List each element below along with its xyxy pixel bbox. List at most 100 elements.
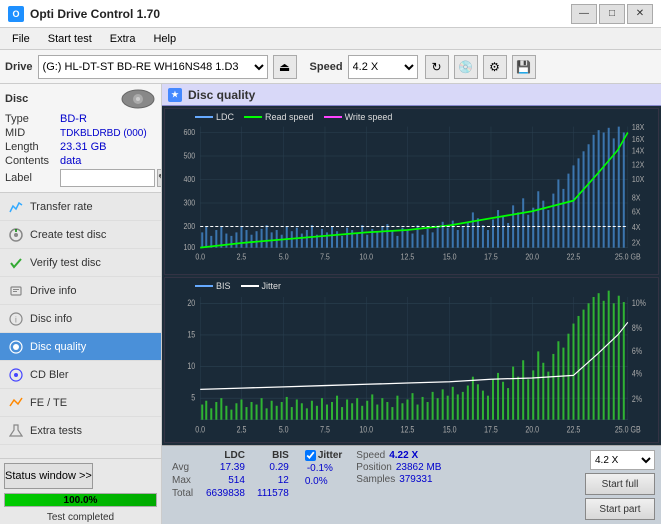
nav-item-extra-tests[interactable]: Extra tests xyxy=(0,417,161,445)
jitter-header: Jitter xyxy=(318,450,342,461)
nav-item-drive-info[interactable]: Drive info xyxy=(0,277,161,305)
svg-text:2%: 2% xyxy=(632,394,642,404)
svg-text:10X: 10X xyxy=(632,174,645,184)
max-bis: 12 xyxy=(251,474,295,487)
disc-quality-header: ★ Disc quality xyxy=(162,84,661,106)
nav-item-disc-info[interactable]: i Disc info xyxy=(0,305,161,333)
fe-te-icon xyxy=(8,395,24,411)
svg-text:4%: 4% xyxy=(632,368,642,378)
menu-file[interactable]: File xyxy=(4,31,38,47)
maximize-button[interactable]: □ xyxy=(599,4,625,24)
ldc-header: LDC xyxy=(200,450,251,461)
svg-text:6%: 6% xyxy=(632,346,642,356)
refresh-button[interactable]: ↻ xyxy=(425,55,449,79)
title-bar: O Opti Drive Control 1.70 — □ ✕ xyxy=(0,0,661,28)
speed-select[interactable]: 4.2 X xyxy=(348,55,418,79)
svg-text:2.5: 2.5 xyxy=(237,424,247,434)
legend-bis: BIS xyxy=(216,281,231,291)
stats-row-avg: Avg 17.39 0.29 xyxy=(168,461,295,474)
extra-tests-icon xyxy=(8,423,24,439)
type-label: Type xyxy=(5,113,60,125)
disc-icon xyxy=(120,89,156,109)
minimize-button[interactable]: — xyxy=(571,4,597,24)
nav-item-create-test-disc[interactable]: Create test disc xyxy=(0,221,161,249)
nav-item-label-fe-te: FE / TE xyxy=(30,397,67,409)
eject-button[interactable]: ⏏ xyxy=(273,55,297,79)
disc-button[interactable]: 💿 xyxy=(454,55,478,79)
menu-extra[interactable]: Extra xyxy=(102,31,144,47)
start-full-button[interactable]: Start full xyxy=(585,473,655,495)
nav-item-cd-bler[interactable]: CD Bler xyxy=(0,361,161,389)
svg-text:10: 10 xyxy=(187,361,195,371)
app-title: Opti Drive Control 1.70 xyxy=(30,7,160,21)
menu-start-test[interactable]: Start test xyxy=(40,31,100,47)
svg-text:17.5: 17.5 xyxy=(484,424,498,434)
menu-help[interactable]: Help xyxy=(145,31,184,47)
close-button[interactable]: ✕ xyxy=(627,4,653,24)
cd-bler-icon xyxy=(8,367,24,383)
svg-text:22.5: 22.5 xyxy=(567,424,581,434)
samples-value: 379331 xyxy=(399,474,432,485)
svg-text:10.0: 10.0 xyxy=(359,424,373,434)
stats-table-section: LDC BIS Avg 17.39 0.29 Max 514 xyxy=(168,450,295,500)
nav-item-label-transfer-rate: Transfer rate xyxy=(30,201,93,213)
svg-text:7.5: 7.5 xyxy=(320,252,330,262)
mid-label: MID xyxy=(5,127,60,139)
speed-value-stats: 4.22 X xyxy=(389,450,418,461)
test-speed-select[interactable]: 4.2 X xyxy=(590,450,655,470)
settings-button[interactable]: ⚙ xyxy=(483,55,507,79)
svg-text:4X: 4X xyxy=(632,223,641,233)
svg-text:5.0: 5.0 xyxy=(279,252,289,262)
nav-item-label-create-test-disc: Create test disc xyxy=(30,229,106,241)
type-value: BD-R xyxy=(60,113,87,125)
svg-text:400: 400 xyxy=(183,174,195,184)
sidebar: Disc Type BD-R MID TDKBLDRBD (000) Lengt… xyxy=(0,84,162,524)
svg-text:18X: 18X xyxy=(632,123,645,133)
svg-text:14X: 14X xyxy=(632,146,645,156)
stats-bar: LDC BIS Avg 17.39 0.29 Max 514 xyxy=(162,445,661,524)
length-value: 23.31 GB xyxy=(60,141,106,153)
avg-bis: 0.29 xyxy=(251,461,295,474)
svg-text:22.5: 22.5 xyxy=(567,252,581,262)
jitter-section: Jitter -0.1% 0.0% xyxy=(299,450,342,487)
svg-text:12.5: 12.5 xyxy=(401,424,415,434)
status-window-button[interactable]: Status window >> xyxy=(4,463,93,489)
stats-row-max: Max 514 12 xyxy=(168,474,295,487)
title-bar-left: O Opti Drive Control 1.70 xyxy=(8,6,160,22)
chart1-svg: 600 500 400 300 200 100 18X 16X 14X 12X … xyxy=(165,109,658,274)
jitter-checkbox[interactable] xyxy=(305,450,316,461)
avg-jitter: -0.1% xyxy=(307,463,333,474)
progress-bar-container: 100.0% xyxy=(4,493,157,507)
nav-item-label-extra-tests: Extra tests xyxy=(30,425,82,437)
nav-item-disc-quality[interactable]: Disc quality xyxy=(0,333,161,361)
nav-item-transfer-rate[interactable]: Transfer rate xyxy=(0,193,161,221)
disc-quality-icon xyxy=(8,339,24,355)
speed-label-stats: Speed xyxy=(356,450,385,461)
nav-item-verify-test-disc[interactable]: Verify test disc xyxy=(0,249,161,277)
avg-ldc: 17.39 xyxy=(200,461,251,474)
svg-text:2.5: 2.5 xyxy=(237,252,247,262)
disc-panel: Disc Type BD-R MID TDKBLDRBD (000) Lengt… xyxy=(0,84,161,193)
svg-text:15: 15 xyxy=(187,329,195,339)
transfer-rate-icon xyxy=(8,199,24,215)
chart2-svg: 20 15 10 5 10% 8% 6% 4% 2% 0.0 2.5 5.0 xyxy=(165,278,658,443)
legend-jitter: Jitter xyxy=(262,281,282,291)
svg-text:15.0: 15.0 xyxy=(443,252,457,262)
speed-position-section: Speed 4.22 X Position 23862 MB Samples 3… xyxy=(346,450,441,485)
start-part-button[interactable]: Start part xyxy=(585,498,655,520)
legend-write-speed: Write speed xyxy=(345,112,393,122)
label-input[interactable] xyxy=(60,169,155,187)
svg-text:12.5: 12.5 xyxy=(401,252,415,262)
chart1-container: LDC Read speed Write speed xyxy=(164,108,659,275)
nav-item-fe-te[interactable]: FE / TE xyxy=(0,389,161,417)
nav-item-label-disc-info: Disc info xyxy=(30,313,72,325)
drive-select[interactable]: (G:) HL-DT-ST BD-RE WH16NS48 1.D3 xyxy=(38,55,268,79)
save-button[interactable]: 💾 xyxy=(512,55,536,79)
legend-read-speed: Read speed xyxy=(265,112,314,122)
drive-info-icon xyxy=(8,283,24,299)
length-label: Length xyxy=(5,141,60,153)
right-panel: ★ Disc quality LDC Read speed xyxy=(162,84,661,524)
svg-text:8%: 8% xyxy=(632,323,642,333)
chart2-legend: BIS Jitter xyxy=(195,281,281,291)
svg-text:20.0: 20.0 xyxy=(525,252,539,262)
